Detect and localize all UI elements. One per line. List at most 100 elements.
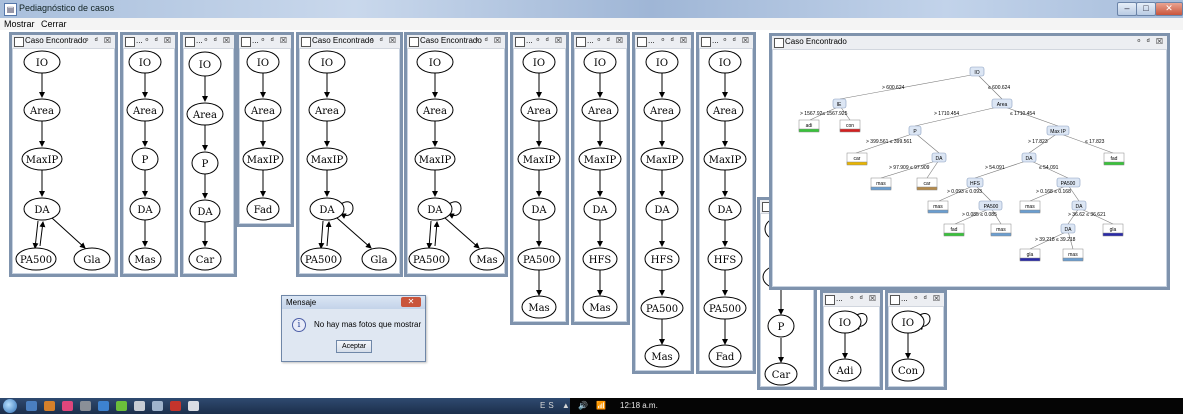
frame-checkbox[interactable] [515, 37, 525, 47]
node-gla: Gla [83, 255, 100, 266]
node-pa500: PA500 [523, 255, 555, 266]
tree-leaf-con: con [846, 123, 854, 129]
decision-tree: IO IE Area P Max IP DA DA HFS PA500 PA50… [798, 66, 1125, 262]
node-area: Area [132, 106, 157, 117]
frame-checkbox[interactable] [409, 37, 419, 47]
case-frame-8[interactable]: ... ᵒ ᵈ ☒ IO Area MaxIP DA HFS Mas [571, 32, 630, 325]
case-frame-6[interactable]: Caso Encontrado ᵒ ᵈ ☒ IO Area MaxIP DA P… [404, 32, 508, 277]
frame-checkbox[interactable] [125, 37, 135, 47]
tree-edge-label: > 36.62 ≤ 36.621 [1068, 212, 1106, 218]
tree-leaf-car: car [924, 181, 931, 187]
case-frame-14[interactable]: ... ᵒ ᵈ ☒ IO Con [885, 290, 947, 390]
taskbar-icon-app[interactable] [116, 401, 127, 411]
tree-edge-label: > 0.093 ≤ 0.093 [947, 189, 982, 195]
node-con: Con [898, 366, 919, 377]
system-tray[interactable]: ES ▲ 🔊 📶 [540, 401, 609, 410]
case-frame-5[interactable]: Caso Encontrado ᵒ ᵈ ☒ IO Area MaxIP DA P… [296, 32, 403, 277]
tree-edge-label: ≤ 1710.454 [1010, 111, 1035, 117]
taskbar-icon-app[interactable] [134, 401, 145, 411]
node-pa500: PA500 [305, 255, 337, 266]
taskbar: ES ▲ 🔊 📶 12:18 a.m. [0, 398, 1183, 414]
frame-controls[interactable]: ᵒ ᵈ ☒ [661, 36, 689, 45]
tree-edge-label: ≤ 17.823 [1085, 139, 1105, 145]
frame-checkbox[interactable] [637, 37, 647, 47]
frame-controls[interactable]: ᵒ ᵈ ☒ [597, 36, 625, 45]
node-p: P [778, 322, 785, 333]
node-da: DA [592, 205, 608, 216]
case-graph: IO Area MaxIP DA PA500 Gla [15, 50, 111, 271]
frame-controls[interactable]: ᵒ ᵈ ☒ [85, 36, 113, 45]
frame-checkbox[interactable] [774, 38, 784, 48]
frame-controls[interactable]: ᵒ ᵈ ☒ [914, 294, 942, 303]
tree-edge-label: ≤ 600.624 [988, 85, 1010, 91]
frame-controls[interactable]: ᵒ ᵈ ☒ [204, 36, 232, 45]
taskbar-icon-app[interactable] [188, 401, 199, 411]
node-area: Area [192, 110, 217, 121]
tree-leaf-gla: gla [1110, 227, 1117, 233]
accept-button[interactable]: Aceptar [336, 340, 372, 353]
case-frame-2[interactable]: ... ᵒ ᵈ ☒ IO Area P DA Mas [120, 32, 178, 277]
frame-title: ... [836, 294, 843, 303]
node-da: DA [654, 205, 670, 216]
app-icon: ▤ [4, 3, 17, 16]
taskbar-icon-app[interactable] [152, 401, 163, 411]
node-area: Area [649, 106, 674, 117]
frame-title: ... [252, 36, 259, 45]
node-area: Area [314, 106, 339, 117]
frame-controls[interactable]: ᵒ ᵈ ☒ [370, 36, 398, 45]
case-frame-tree[interactable]: Caso Encontrado ᵒ ᵈ ☒ IO IE Area P Max I… [769, 33, 1170, 290]
frame-checkbox[interactable] [301, 37, 311, 47]
frame-controls[interactable]: ᵒ ᵈ ☒ [850, 294, 878, 303]
taskbar-icon-app[interactable] [98, 401, 109, 411]
frame-controls[interactable]: ᵒ ᵈ ☒ [261, 36, 289, 45]
maximize-button[interactable]: □ [1136, 2, 1156, 16]
node-io: IO [719, 58, 731, 69]
frame-title: ... [196, 36, 203, 45]
case-frame-13[interactable]: ... ᵒ ᵈ ☒ IO Adi [820, 290, 883, 390]
case-frame-4[interactable]: ... ᵒ ᵈ ☒ IO Area MaxIP Fad [236, 32, 294, 227]
case-graph: IO Area MaxIP DA PA500 Mas [408, 50, 505, 271]
case-frame-9[interactable]: ... ᵒ ᵈ ☒ IO Area MaxIP DA HFS PA500 Mas [632, 32, 694, 374]
frame-checkbox[interactable] [701, 37, 711, 47]
frame-checkbox[interactable] [576, 37, 586, 47]
node-mas: Mas [476, 255, 497, 266]
taskbar-icon-app[interactable] [44, 401, 55, 411]
node-da: DA [197, 207, 213, 218]
tree-edge-label: > 600.624 [882, 85, 905, 91]
case-frame-1[interactable]: Caso Encontrado ᵒ ᵈ ☒ IO Area MaxIP DA P… [9, 32, 118, 277]
taskbar-icon-app[interactable] [80, 401, 91, 411]
case-graph: IO Area MaxIP DA HFS Mas [578, 50, 622, 319]
start-button[interactable] [3, 399, 17, 413]
node-pa500: PA500 [709, 304, 741, 315]
frame-checkbox[interactable] [241, 37, 251, 47]
taskbar-icon-pdf[interactable] [170, 401, 181, 411]
node-maxip: MaxIP [247, 155, 280, 166]
frame-controls[interactable]: ᵒ ᵈ ☒ [145, 36, 173, 45]
close-button[interactable]: ✕ [1155, 2, 1183, 16]
frame-controls[interactable]: ᵒ ᵈ ☒ [723, 36, 751, 45]
frame-controls[interactable]: ᵒ ᵈ ☒ [475, 36, 503, 45]
frame-checkbox[interactable] [825, 295, 835, 305]
taskbar-icon-app[interactable] [62, 401, 73, 411]
frame-checkbox[interactable] [185, 37, 195, 47]
case-frame-10[interactable]: ... ᵒ ᵈ ☒ IO Area MaxIP DA HFS PA500 Fad [696, 32, 756, 374]
node-hfs: HFS [589, 255, 612, 266]
dialog-message: No hay mas fotos que mostrar [314, 320, 422, 329]
frame-checkbox[interactable] [890, 295, 900, 305]
frame-checkbox[interactable] [14, 37, 24, 47]
case-graph: IO Area MaxIP DA PA500 Mas [517, 50, 561, 319]
menu-mostrar[interactable]: Mostrar [4, 19, 35, 29]
node-gla: Gla [370, 255, 387, 266]
node-mas: Mas [528, 303, 549, 314]
frame-title: Caso Encontrado [25, 36, 87, 45]
case-frame-3[interactable]: ... ᵒ ᵈ ☒ IO Area P DA Car [180, 32, 237, 277]
node-maxip: MaxIP [26, 155, 59, 166]
dialog-close-button[interactable]: ✕ [401, 297, 421, 307]
case-frame-7[interactable]: ... ᵒ ᵈ ☒ IO Area MaxIP DA PA500 Mas [510, 32, 569, 325]
clock[interactable]: 12:18 a.m. [620, 401, 658, 410]
minimize-button[interactable]: – [1117, 2, 1137, 16]
taskbar-icon-ie[interactable] [26, 401, 37, 411]
frame-controls[interactable]: ᵒ ᵈ ☒ [1137, 37, 1165, 46]
menu-cerrar[interactable]: Cerrar [41, 19, 67, 29]
frame-controls[interactable]: ᵒ ᵈ ☒ [536, 36, 564, 45]
